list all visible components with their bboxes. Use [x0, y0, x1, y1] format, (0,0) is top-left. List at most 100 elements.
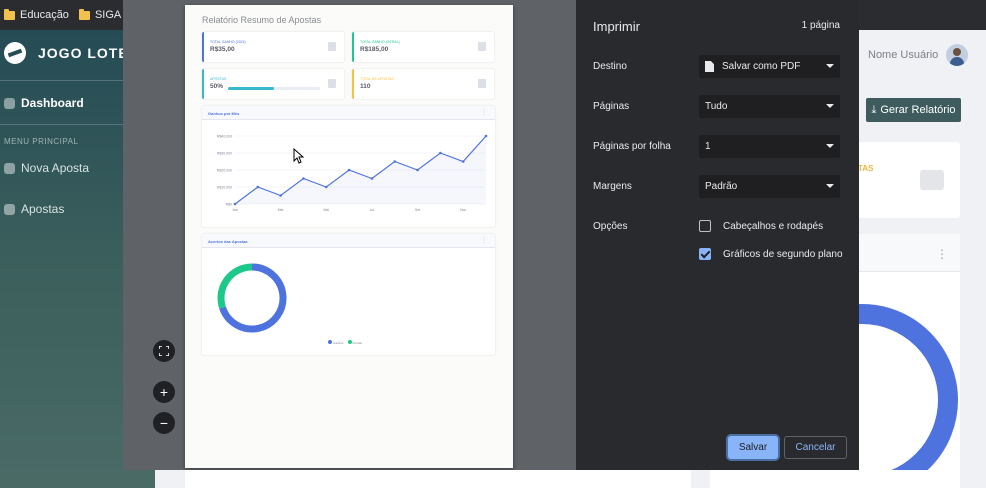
zoom-out-button[interactable]: −	[153, 412, 175, 434]
data-point	[302, 177, 305, 180]
preview-page: Relatório Resumo de Apostas TOTAL GANHO …	[185, 5, 513, 468]
earnings-panel: Ganhos por Mês ⋮ R$0 R$10,000 R$20,000 R$30…	[202, 106, 495, 227]
pages-value: Tudo	[705, 101, 728, 112]
fit-to-page-button[interactable]	[153, 340, 175, 362]
bookmark-siga[interactable]: SIGA	[78, 8, 122, 21]
y-tick-label: R$10,000	[217, 186, 232, 190]
sidebar-item-label: Apostas	[21, 202, 65, 216]
cube-icon	[4, 162, 15, 174]
save-button[interactable]: Salvar	[728, 436, 778, 459]
stat-label: TOTAL DE APOSTAS	[360, 77, 394, 81]
progress-bar	[228, 87, 320, 90]
data-point	[279, 194, 282, 197]
margins-select[interactable]: Padrão	[699, 175, 840, 198]
minus-icon: −	[159, 415, 169, 431]
stat-card: TOTAL GANHO (GERAL) R$185,00	[352, 32, 494, 62]
chevron-down-icon	[826, 64, 834, 68]
data-point	[324, 185, 328, 189]
data-point	[439, 151, 442, 155]
pages-label: Páginas	[593, 101, 630, 112]
data-point	[370, 177, 374, 180]
bookmark-educacao[interactable]: Educação	[4, 8, 69, 21]
folder-icon	[4, 8, 15, 20]
stat-value: R$35,00	[210, 46, 235, 53]
x-tick-label: Nov	[460, 208, 466, 212]
cubes-icon	[478, 79, 486, 88]
chevron-down-icon	[826, 184, 834, 188]
stat-label: APOSTAS	[210, 77, 227, 81]
y-tick-label: R$20,000	[217, 169, 232, 173]
user-menu[interactable]: Nome Usuário	[868, 44, 969, 66]
stat-value: 110	[360, 83, 371, 90]
sidebar-item-label: Dashboard	[21, 96, 84, 110]
panel-title: Ganhos por Mês	[202, 106, 495, 120]
kebab-icon: ⋮	[481, 110, 487, 116]
chevron-down-icon	[826, 104, 834, 108]
pages-per-sheet-value: 1	[705, 141, 711, 152]
donut-slice	[217, 263, 253, 309]
cubes-icon	[4, 203, 15, 215]
legend-item: Ganhos	[328, 340, 344, 345]
generate-report-label: Gerar Relatório	[880, 104, 956, 116]
background-graphics-checkbox[interactable]	[699, 248, 711, 260]
dialog-title: Imprimir	[593, 19, 640, 34]
headers-footers-checkbox[interactable]	[699, 220, 711, 232]
data-point	[484, 134, 488, 138]
sidebar-item-nova-aposta[interactable]: Nova Aposta	[4, 161, 89, 175]
page-count: 1 página	[801, 20, 840, 31]
margins-value: Padrão	[705, 181, 738, 192]
cancel-button[interactable]: Cancelar	[784, 436, 847, 459]
report-title: Relatório Resumo de Apostas	[202, 15, 322, 25]
bookmark-label: SIGA	[94, 9, 122, 21]
legend-item: Perdas	[347, 340, 362, 345]
sidebar-bottom	[0, 470, 155, 488]
line-chart: R$0 R$10,000 R$20,000 R$30,000 R$40,000 Jan Ma…	[217, 134, 488, 212]
zoom-in-button[interactable]: +	[153, 381, 175, 403]
chart-card: ⋮	[842, 234, 960, 488]
sidebar-item-dashboard[interactable]: Dashboard	[4, 96, 84, 110]
fullscreen-icon	[159, 346, 169, 356]
x-tick-label: Jan	[232, 208, 238, 212]
stat-label: TOTAL GANHO (2024)	[210, 40, 246, 44]
dollar-icon	[478, 42, 486, 51]
destination-label: Destino	[593, 61, 627, 72]
pages-per-sheet-select[interactable]: 1	[699, 135, 840, 158]
kebab-icon[interactable]: ⋮	[936, 247, 948, 261]
background-graphics-label[interactable]: Gráficos de segundo plano	[723, 249, 843, 260]
panel-title: Acertos das Apostas	[202, 234, 495, 248]
destination-select[interactable]: Salvar como PDF	[699, 55, 840, 78]
card-bottom	[185, 470, 691, 488]
sidebar-item-apostas[interactable]: Apostas	[4, 202, 64, 216]
user-name: Nome Usuário	[868, 49, 939, 61]
generate-report-button[interactable]: ⤓ Gerar Relatório	[866, 98, 961, 122]
x-tick-label: Jul	[370, 208, 375, 212]
data-point	[256, 185, 260, 189]
progress-fill	[228, 87, 274, 90]
x-tick-label: Set	[415, 208, 420, 212]
stat-label: TOTAL GANHO (GERAL)	[360, 40, 400, 44]
clipboard-icon	[328, 79, 336, 88]
print-dialog: Imprimir 1 página Destino Salvar como PD…	[576, 0, 859, 470]
download-icon: ⤓	[871, 103, 877, 116]
card-label: TAS	[858, 164, 874, 173]
file-icon	[705, 61, 714, 72]
headers-footers-label[interactable]: Cabeçalhos e rodapés	[723, 221, 823, 232]
dashboard-icon	[4, 97, 15, 109]
cubes-icon	[920, 170, 944, 190]
avatar	[946, 44, 969, 66]
chart-legend: Ganhos Perdas	[328, 340, 362, 345]
summary-card: TAS	[842, 142, 960, 218]
data-point	[393, 160, 397, 163]
stat-card: TOTAL GANHO (2024) R$35,00	[202, 32, 344, 62]
stat-card: APOSTAS 50%	[202, 69, 344, 99]
data-point	[233, 202, 237, 206]
plus-icon: +	[159, 384, 169, 400]
pages-select[interactable]: Tudo	[699, 95, 840, 118]
sidebar-heading: MENU PRINCIPAL	[4, 137, 79, 146]
data-point	[347, 168, 351, 172]
folder-icon	[78, 8, 90, 20]
donut-fragment	[842, 304, 958, 488]
card-bottom	[710, 470, 960, 488]
stat-value: 50%	[210, 83, 224, 90]
hits-panel: Acertos das Apostas ⋮ Ganhos Perdas	[202, 234, 495, 355]
